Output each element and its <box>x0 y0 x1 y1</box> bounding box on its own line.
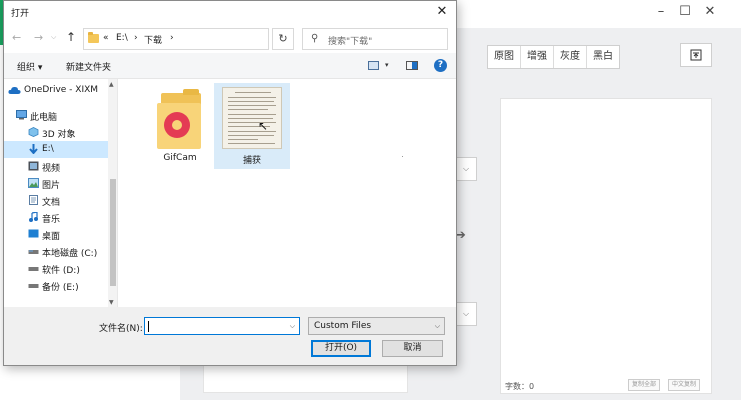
up-arrow-icon[interactable]: ↑ <box>66 30 76 44</box>
maximize-icon[interactable]: ☐ <box>677 4 693 20</box>
nav-scrollbar[interactable]: ▲ ▼ <box>108 79 117 307</box>
file-name: GifCam <box>163 153 197 163</box>
nav-item-music[interactable]: 音乐 <box>4 209 108 226</box>
nav-item-desktop[interactable]: 桌面 <box>4 226 108 243</box>
navigation-pane: OneDrive - XIXM 此电脑 3D 对象 E:\ 视频 图片 文档 音… <box>4 79 118 307</box>
document-icon <box>28 195 39 205</box>
download-arrow-icon <box>28 144 39 155</box>
address-bar[interactable]: « E:\ › 下载 › ⌵ <box>83 28 334 50</box>
drive-icon <box>28 246 39 256</box>
address-folder[interactable]: 下载 <box>144 33 162 46</box>
nav-item-e-drive[interactable]: E:\ <box>4 141 108 158</box>
address-separator[interactable]: › <box>170 33 174 43</box>
nav-item-drive-c[interactable]: 本地磁盘 (C:) <box>4 243 108 260</box>
view-dropdown-icon[interactable]: ▾ <box>385 61 389 69</box>
image-filter-group: 原图 增强 灰度 黑白 <box>487 45 620 69</box>
nav-item-drive-d[interactable]: 软件 (D:) <box>4 260 108 277</box>
scroll-up-icon[interactable]: ▲ <box>109 81 114 88</box>
close-icon[interactable]: ✕ <box>702 4 718 20</box>
computer-icon <box>16 110 27 120</box>
dialog-titlebar: 打开 ✕ <box>4 1 456 23</box>
folder-icon <box>88 32 99 43</box>
image-icon <box>28 178 39 188</box>
gifcam-logo-icon <box>164 112 190 138</box>
nav-item-documents[interactable]: 文档 <box>4 192 108 209</box>
desktop-icon <box>28 229 39 239</box>
search-placeholder: 搜索"下载" <box>328 37 373 47</box>
address-drive[interactable]: E:\ <box>116 33 128 43</box>
file-item-capture[interactable]: ↖ 捕获 <box>214 83 290 169</box>
copy-chinese-button[interactable]: 中文复制 <box>668 379 701 391</box>
video-icon <box>28 161 39 171</box>
view-options-icon[interactable] <box>368 61 379 70</box>
filter-enhance-button[interactable]: 增强 <box>521 46 554 68</box>
close-icon[interactable]: ✕ <box>428 1 456 23</box>
word-count: 字数：0 <box>505 382 535 391</box>
forward-arrow-icon[interactable]: → <box>34 31 43 44</box>
search-icon: ⚲ <box>311 33 319 44</box>
nav-item-3d-objects[interactable]: 3D 对象 <box>4 124 108 141</box>
filename-label: 文件名(N): <box>99 324 143 334</box>
nav-item-videos[interactable]: 视频 <box>4 158 108 175</box>
chevron-down-icon: ⌵ <box>434 322 440 330</box>
language-dropdown-edge[interactable]: ⌵ <box>455 157 477 181</box>
organize-menu[interactable]: 组织 ▾ <box>17 60 42 73</box>
open-file-dialog: 打开 ✕ ← → ⌵ ↑ « E:\ › 下载 › ⌵ ↻ ⚲ 搜索"下载" 组… <box>3 0 457 366</box>
nav-item-onedrive[interactable]: OneDrive - XIXM <box>4 82 108 99</box>
recent-dropdown-icon[interactable]: ⌵ <box>51 33 56 42</box>
filename-input[interactable]: ⌵ <box>144 317 300 335</box>
file-name: 捕获 <box>242 156 261 166</box>
cloud-icon <box>8 85 21 95</box>
drive-icon <box>28 263 39 273</box>
nav-item-this-pc[interactable]: 此电脑 <box>4 107 108 124</box>
address-overflow[interactable]: « <box>103 33 109 43</box>
image-thumbnail <box>222 87 282 149</box>
open-button[interactable]: 打开(O) <box>311 340 371 357</box>
file-list: GifCam ↖ 捕获 <box>118 79 456 307</box>
cancel-button[interactable]: 取消 <box>382 340 443 357</box>
address-separator[interactable]: › <box>134 33 138 43</box>
filetype-value: Custom Files <box>314 321 372 331</box>
file-item-gifcam[interactable]: GifCam <box>142 83 218 169</box>
help-icon[interactable]: ? <box>434 59 447 72</box>
new-folder-button[interactable]: 新建文件夹 <box>66 60 111 73</box>
chevron-down-icon[interactable]: ⌵ <box>290 322 295 331</box>
minimize-icon[interactable]: – <box>653 4 669 20</box>
nav-item-drive-e[interactable]: 备份 (E:) <box>4 277 108 294</box>
dialog-toolbar: 组织 ▾ 新建文件夹 ▾ ? <box>4 53 456 79</box>
music-icon <box>28 211 39 222</box>
cube-icon <box>28 127 39 137</box>
scrollbar-thumb[interactable] <box>110 179 116 286</box>
dialog-footer: 文件名(N): ⌵ Custom Files ⌵ 打开(O) 取消 <box>4 307 456 365</box>
copy-all-button[interactable]: 复制全部 <box>628 379 661 391</box>
navigation-row: ← → ⌵ ↑ « E:\ › 下载 › ⌵ ↻ ⚲ 搜索"下载" <box>4 23 456 53</box>
drive-icon <box>28 280 39 290</box>
upload-button[interactable] <box>680 43 712 67</box>
mouse-cursor-icon: ↖ <box>258 119 269 133</box>
nav-item-pictures[interactable]: 图片 <box>4 175 108 192</box>
filter-grayscale-button[interactable]: 灰度 <box>554 46 587 68</box>
filter-bw-button[interactable]: 黑白 <box>587 46 619 68</box>
back-arrow-icon[interactable]: ← <box>12 31 21 44</box>
text-caret <box>148 321 149 332</box>
refresh-icon[interactable]: ↻ <box>272 28 294 50</box>
search-input[interactable]: ⚲ 搜索"下载" <box>302 28 448 50</box>
scroll-down-icon[interactable]: ▼ <box>109 299 114 306</box>
text-result-panel <box>500 98 712 394</box>
upload-icon <box>690 49 702 61</box>
second-dropdown-edge[interactable]: ⌵ <box>455 302 477 326</box>
preview-pane-icon[interactable] <box>406 61 418 70</box>
filetype-select[interactable]: Custom Files ⌵ <box>308 317 445 335</box>
dialog-title: 打开 <box>11 9 30 19</box>
filter-original-button[interactable]: 原图 <box>488 46 521 68</box>
